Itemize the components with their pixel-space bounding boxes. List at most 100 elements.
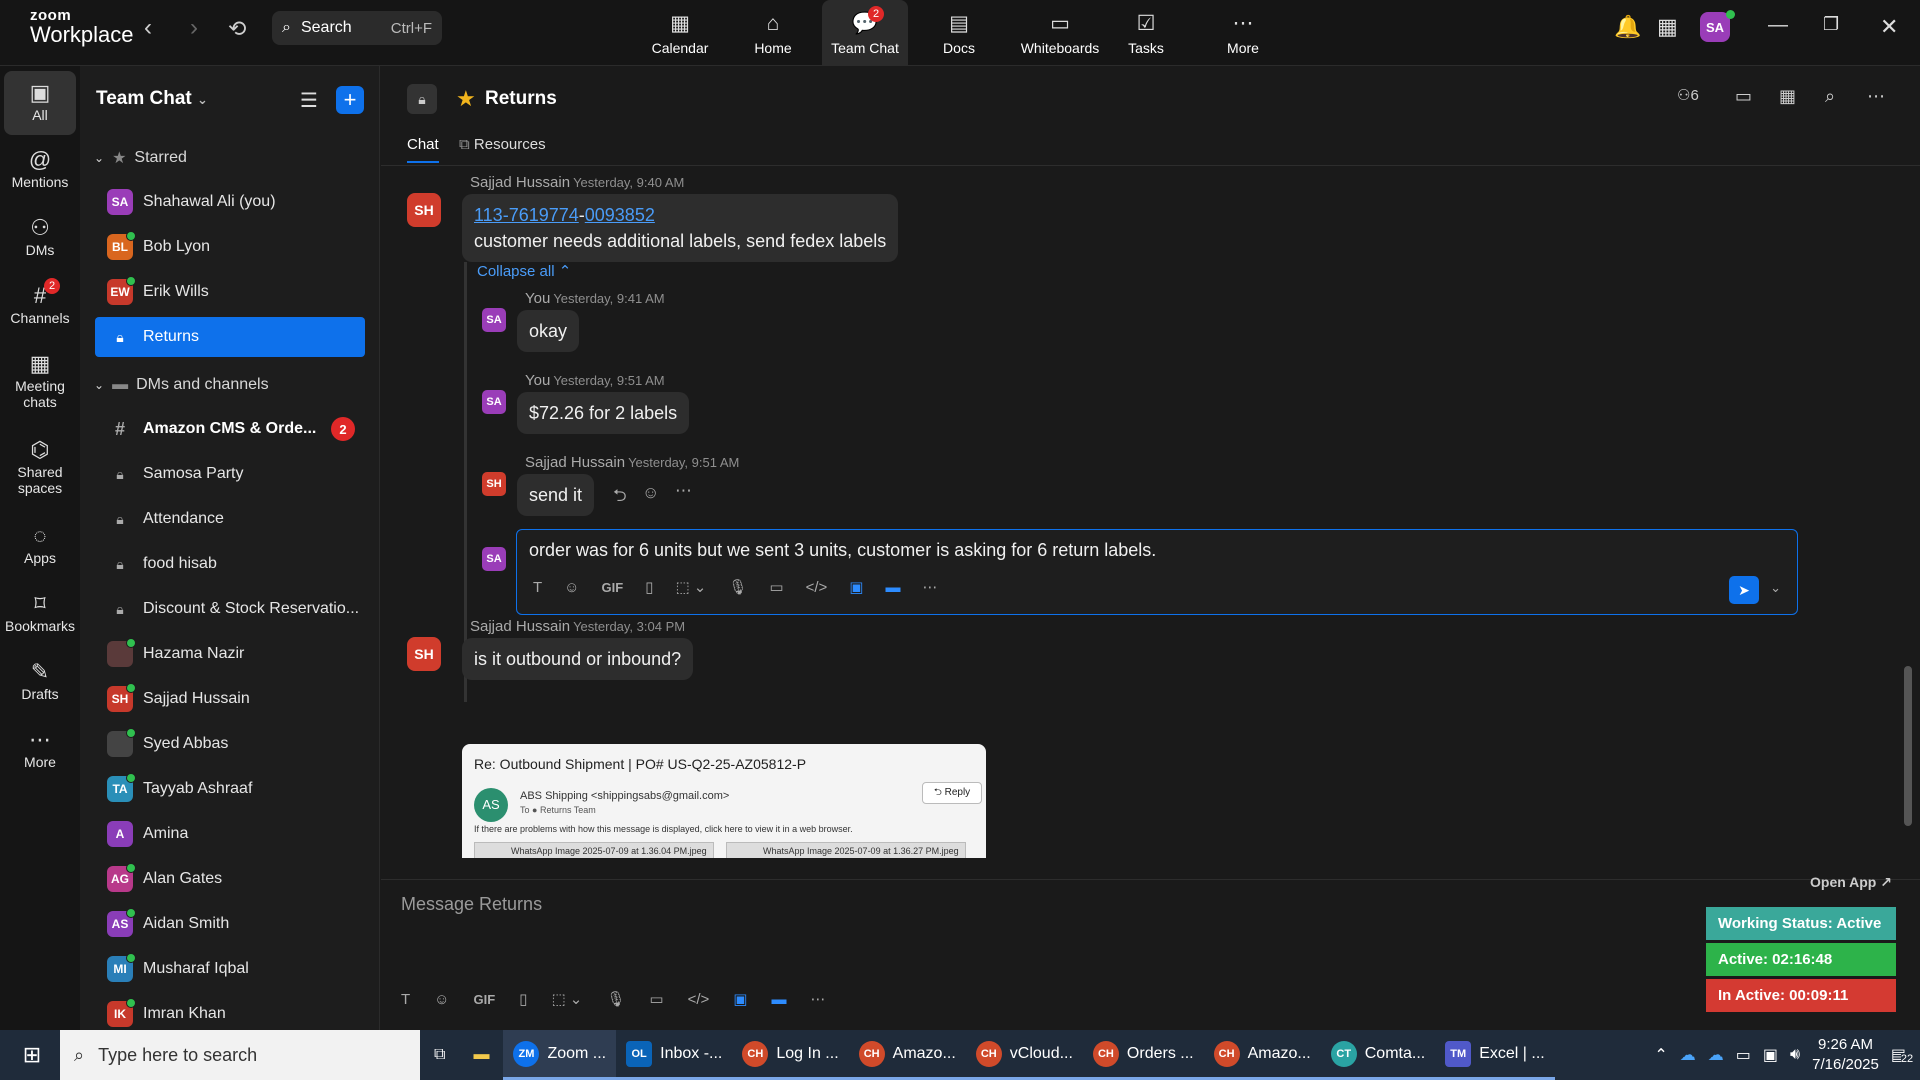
nav-meeting-chats[interactable]: ▦ Meeting chats — [4, 350, 76, 410]
reply-icon[interactable]: ⮌ — [613, 483, 627, 512]
more-icon[interactable]: ⋯ — [1867, 86, 1885, 107]
nav-drafts[interactable]: ✎ Drafts — [4, 658, 76, 702]
file-icon[interactable]: ▯ — [519, 990, 527, 1008]
starred-section[interactable]: ⌄ ★ Starred — [94, 148, 187, 168]
tab-docs[interactable]: ▤ Docs — [916, 0, 1002, 66]
code-icon[interactable]: </> — [806, 579, 828, 596]
open-app-link[interactable]: Open App ↗ — [1810, 874, 1892, 891]
tab-home[interactable]: ⌂ Home — [730, 0, 816, 66]
filter-icon[interactable]: ☰ — [300, 88, 318, 113]
sidebar-item-erik-wills[interactable]: EW Erik Wills — [95, 272, 365, 312]
tab-chat[interactable]: Chat — [407, 136, 439, 163]
dms-section[interactable]: ⌄ ▬ DMs and channels — [94, 376, 269, 394]
nav-bookmarks[interactable]: ⌑ Bookmarks — [4, 590, 76, 634]
sidebar-item-discount-stock[interactable]: 🔒︎ Discount & Stock Reservatio... — [95, 589, 365, 629]
calendar-app-icon[interactable]: ▦ — [1657, 14, 1678, 40]
close-icon[interactable]: ✕ — [1880, 14, 1898, 40]
search-box[interactable]: ⌕ Search Ctrl+F — [272, 11, 442, 45]
bell-icon[interactable]: 🔔 — [1614, 14, 1641, 40]
taskbar-app-chrome[interactable]: CH Amazo... — [848, 1030, 966, 1080]
tab-team-chat[interactable]: 💬 2 Team Chat — [822, 0, 908, 66]
edit-message-field[interactable]: order was for 6 units but we sent 3 unit… — [516, 529, 1798, 615]
scrollbar[interactable] — [1904, 666, 1912, 826]
sidebar-item-amina[interactable]: A Amina — [95, 814, 365, 854]
screenshot-icon[interactable]: ⬚ ⌄ — [551, 990, 582, 1008]
taskbar-app-comtab[interactable]: CT Comta... — [1320, 1030, 1436, 1080]
more-icon[interactable]: ⋯ — [810, 990, 825, 1008]
emoji-react-icon[interactable]: ☺ — [642, 483, 659, 503]
app-icon[interactable]: ▣ — [733, 990, 747, 1008]
task-view-icon[interactable]: ⧉ — [420, 1030, 459, 1080]
order-link[interactable]: 0093852 — [585, 205, 655, 225]
sidebar-item-hazama-nazir[interactable]: Hazama Nazir — [95, 634, 365, 674]
sidebar-item-imran-khan[interactable]: IK Imran Khan — [95, 994, 365, 1030]
notification-icon[interactable]: ▤ 22 — [1891, 1045, 1914, 1065]
gif-button[interactable]: GIF — [602, 580, 624, 595]
sidebar-item-returns[interactable]: 🔒︎ Returns — [95, 317, 365, 357]
sidebar-item-shahawal-ali[interactable]: SA Shahawal Ali (you) — [95, 182, 365, 222]
taskbar-app-teams[interactable]: TM Excel | ... — [1435, 1030, 1555, 1080]
tab-resources[interactable]: ⧉ Resources — [459, 136, 546, 161]
microphone-icon[interactable]: 🎙︎ — [728, 578, 747, 596]
sidebar-item-amazon-cms[interactable]: # Amazon CMS & Orde... 2 — [95, 409, 365, 449]
nav-more[interactable]: ⋯ More — [4, 726, 76, 770]
taskbar-app-outlook[interactable]: OL Inbox -... — [616, 1030, 733, 1080]
taskbar-app-chrome[interactable]: CH vCloud... — [965, 1030, 1083, 1080]
sidebar-item-aidan-smith[interactable]: AS Aidan Smith — [95, 904, 365, 944]
sidebar-item-samosa-party[interactable]: 🔒︎ Samosa Party — [95, 454, 365, 494]
nav-channels[interactable]: #2 Channels — [4, 278, 76, 326]
battery-icon[interactable]: ▭ — [1736, 1045, 1751, 1065]
microphone-icon[interactable]: 🎙︎ — [606, 990, 625, 1008]
back-arrow-icon[interactable]: ‹ — [144, 14, 152, 42]
taskbar-app-zoom[interactable]: ZM Zoom ... — [503, 1030, 617, 1080]
text-format-icon[interactable]: T — [401, 991, 410, 1008]
onedrive-icon[interactable]: ☁ — [1680, 1045, 1696, 1065]
members-button[interactable]: ⚇6 — [1677, 86, 1699, 104]
sidebar-item-musharaf-iqbal[interactable]: MI Musharaf Iqbal — [95, 949, 365, 989]
sidebar-item-attendance[interactable]: 🔒︎ Attendance — [95, 499, 365, 539]
sidebar-item-food-hisab[interactable]: 🔒︎ food hisab — [95, 544, 365, 584]
nav-apps[interactable]: ◌ Apps — [4, 522, 76, 566]
screenshot-icon[interactable]: ⬚ ⌄ — [675, 578, 706, 596]
star-icon[interactable]: ★ — [456, 86, 476, 112]
message-input[interactable]: Message Returns — [401, 894, 542, 915]
docs-app-icon[interactable]: ▬ — [885, 579, 900, 596]
more-icon[interactable]: ⋯ — [922, 578, 937, 596]
onedrive-icon[interactable]: ☁ — [1708, 1045, 1724, 1065]
collapse-all-link[interactable]: Collapse all ⌃ — [477, 262, 571, 280]
more-icon[interactable]: ⋯ — [675, 481, 692, 501]
file-explorer-icon[interactable]: ▬ — [459, 1030, 503, 1080]
history-icon[interactable]: ⟲ — [228, 16, 246, 42]
sidebar-item-syed-abbas[interactable]: Syed Abbas — [95, 724, 365, 764]
send-button[interactable]: ➤ — [1729, 576, 1759, 604]
email-screenshot-image[interactable]: Re: Outbound Shipment | PO# US-Q2-25-AZ0… — [462, 744, 986, 858]
video-clip-icon[interactable]: ▭ — [649, 990, 663, 1008]
emoji-icon[interactable]: ☺ — [564, 579, 579, 596]
minimize-icon[interactable]: — — [1768, 14, 1788, 37]
calendar-icon[interactable]: ▦ — [1779, 86, 1796, 107]
clock[interactable]: 9:26 AM 7/16/2025 — [1812, 1035, 1879, 1075]
nav-mentions[interactable]: @ Mentions — [4, 146, 76, 190]
gif-button[interactable]: GIF — [474, 992, 496, 1007]
docs-app-icon[interactable]: ▬ — [771, 991, 786, 1008]
speaker-icon[interactable]: 🔊︎ — [1790, 1046, 1800, 1064]
new-chat-button[interactable]: + — [336, 86, 364, 114]
sidebar-item-alan-gates[interactable]: AG Alan Gates — [95, 859, 365, 899]
tab-whiteboards[interactable]: ▭ Whiteboards — [1010, 0, 1110, 66]
taskbar-search[interactable]: ⌕ Type here to search — [60, 1030, 420, 1080]
nav-dms[interactable]: ⚇ DMs — [4, 214, 76, 258]
taskbar-app-chrome[interactable]: CH Orders ... — [1082, 1030, 1204, 1080]
tab-calendar[interactable]: ▦ Calendar — [637, 0, 723, 66]
order-link[interactable]: 113-7619774 — [474, 205, 579, 225]
windows-start-icon[interactable]: ⊞ — [8, 1042, 56, 1068]
network-icon[interactable]: ▣ — [1763, 1045, 1778, 1065]
sidebar-item-bob-lyon[interactable]: BL Bob Lyon — [95, 227, 365, 267]
chevron-up-icon[interactable]: ⌃ — [1654, 1045, 1667, 1065]
search-icon[interactable]: ⌕ — [1825, 86, 1835, 107]
emoji-icon[interactable]: ☺ — [434, 991, 449, 1008]
restore-icon[interactable]: ❐ — [1823, 14, 1839, 35]
nav-all[interactable]: ▣ All — [4, 71, 76, 135]
file-icon[interactable]: ▯ — [645, 578, 653, 596]
tab-more[interactable]: ⋯ More — [1200, 0, 1286, 66]
sidebar-title[interactable]: Team Chat ⌄ — [96, 88, 208, 110]
